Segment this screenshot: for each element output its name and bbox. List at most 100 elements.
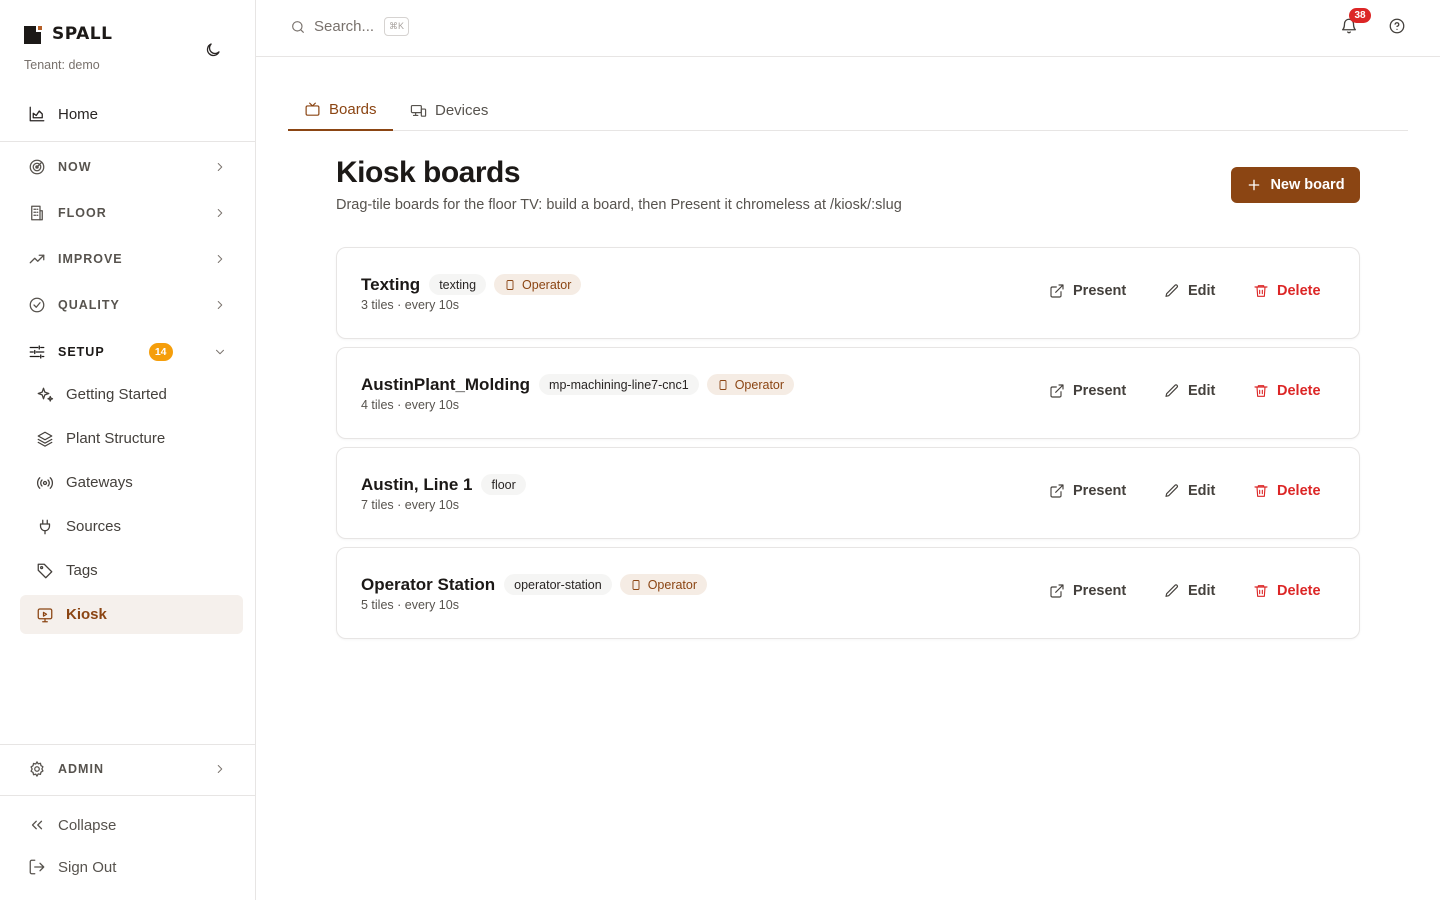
chevron-right-icon xyxy=(213,206,227,220)
chevron-right-icon xyxy=(213,298,227,312)
sidebar-divider xyxy=(0,141,255,142)
sidebar-section-improve[interactable]: IMPROVE xyxy=(20,241,243,277)
chevron-right-icon xyxy=(213,762,227,776)
radio-tower-icon xyxy=(36,476,54,489)
delete-label: Delete xyxy=(1277,283,1321,299)
sidebar-item-gateways[interactable]: Gateways xyxy=(20,463,243,502)
sidebar-section-admin[interactable]: ADMIN xyxy=(20,751,243,787)
sidebar-section-label: ADMIN xyxy=(58,762,104,776)
top-bar: Search... ⌘K 38 xyxy=(256,0,1440,57)
chevron-right-icon xyxy=(213,160,227,174)
operator-chip-label: Operator xyxy=(647,577,698,592)
present-button[interactable]: Present xyxy=(1049,383,1126,399)
sidebar-item-getting-started[interactable]: Getting Started xyxy=(20,375,243,414)
board-meta: 3 tiles · every 10s xyxy=(361,298,459,312)
sidebar-section-quality[interactable]: QUALITY xyxy=(20,287,243,323)
plug-icon xyxy=(39,519,51,534)
tablet-icon xyxy=(632,579,640,590)
sign-out-button[interactable]: Sign Out xyxy=(20,849,243,885)
operator-chip-label: Operator xyxy=(734,377,785,392)
edit-button[interactable]: Edit xyxy=(1164,283,1215,299)
sidebar-item-label: Plant Structure xyxy=(66,430,166,447)
sidebar-item-home[interactable]: Home xyxy=(20,96,243,132)
chart-area-icon xyxy=(29,106,45,122)
gear-icon xyxy=(30,761,44,777)
sidebar-item-plant-structure[interactable]: Plant Structure xyxy=(20,419,243,458)
new-board-button[interactable]: New board xyxy=(1231,167,1360,203)
delete-button[interactable]: Delete xyxy=(1253,383,1321,399)
brand-logo[interactable]: SPALL xyxy=(24,24,112,44)
tab-devices[interactable]: Devices xyxy=(394,90,504,131)
notification-count-badge: 38 xyxy=(1349,8,1371,23)
sidebar-section-label: NOW xyxy=(58,160,92,174)
delete-button[interactable]: Delete xyxy=(1253,283,1321,299)
search-icon xyxy=(292,20,304,33)
operator-chip: Operator xyxy=(494,274,582,295)
sliders-icon xyxy=(29,345,45,359)
sidebar-item-tags[interactable]: Tags xyxy=(20,551,243,590)
sidebar-divider xyxy=(0,744,255,745)
trending-up-icon xyxy=(29,254,45,264)
sidebar-item-kiosk[interactable]: Kiosk xyxy=(20,595,243,634)
present-button[interactable]: Present xyxy=(1049,283,1126,299)
new-board-label: New board xyxy=(1270,177,1345,193)
present-button[interactable]: Present xyxy=(1049,483,1126,499)
pencil-icon xyxy=(1165,384,1178,397)
sidebar-section-label: IMPROVE xyxy=(58,252,123,266)
trash-icon xyxy=(1254,385,1268,397)
edit-button[interactable]: Edit xyxy=(1164,483,1215,499)
logo-text: SPALL xyxy=(52,24,113,44)
sidebar-section-setup[interactable]: SETUP 14 xyxy=(20,334,243,370)
check-circle-icon xyxy=(29,297,45,313)
external-link-icon xyxy=(1050,484,1064,498)
collapse-sidebar-button[interactable]: Collapse xyxy=(20,807,243,843)
delete-button[interactable]: Delete xyxy=(1253,483,1321,499)
board-card: Austin, Line 1 floor 7 tiles · every 10s… xyxy=(336,447,1360,539)
tv-icon xyxy=(305,102,320,116)
help-circle-icon xyxy=(1389,18,1405,34)
monitor-play-icon xyxy=(37,607,53,622)
tab-boards[interactable]: Boards xyxy=(288,90,393,131)
present-label: Present xyxy=(1073,383,1127,399)
external-link-icon xyxy=(1050,284,1064,298)
collapse-label: Collapse xyxy=(58,816,117,834)
delete-label: Delete xyxy=(1277,483,1321,499)
board-slug-chip: operator-station xyxy=(504,574,612,595)
delete-button[interactable]: Delete xyxy=(1253,583,1321,599)
sidebar-section-now[interactable]: NOW xyxy=(20,149,243,185)
operator-chip: Operator xyxy=(706,374,795,395)
board-card: Operator Station operator-station Operat… xyxy=(336,547,1360,639)
sidebar-item-label: Kiosk xyxy=(66,606,107,623)
sign-out-label: Sign Out xyxy=(58,858,117,876)
sidebar-item-sources[interactable]: Sources xyxy=(20,507,243,546)
sidebar-section-label: SETUP xyxy=(58,345,105,359)
kiosk-tabs: Boards Devices xyxy=(288,90,1408,131)
pencil-icon xyxy=(1165,584,1178,597)
board-card: AustinPlant_Molding mp-machining-line7-c… xyxy=(336,347,1360,439)
search-placeholder: Search... xyxy=(314,18,375,35)
chevrons-left-icon xyxy=(31,820,43,830)
sidebar-item-label: Gateways xyxy=(66,474,133,491)
edit-button[interactable]: Edit xyxy=(1164,583,1215,599)
present-label: Present xyxy=(1073,283,1127,299)
help-button[interactable] xyxy=(1388,17,1406,35)
edit-button[interactable]: Edit xyxy=(1164,383,1215,399)
board-meta: 7 tiles · every 10s xyxy=(361,498,459,512)
present-button[interactable]: Present xyxy=(1049,583,1126,599)
sparkles-icon xyxy=(37,387,54,402)
theme-toggle-button[interactable] xyxy=(200,37,226,63)
sidebar-section-floor[interactable]: FLOOR xyxy=(20,195,243,231)
devices-icon xyxy=(410,104,427,117)
tab-label: Boards xyxy=(329,101,377,118)
sidebar-item-label: Tags xyxy=(66,562,98,579)
tab-label: Devices xyxy=(435,102,489,119)
board-card: Texting texting Operator 3 tiles · every… xyxy=(336,247,1360,339)
board-name: Austin, Line 1 xyxy=(361,474,473,494)
operator-chip: Operator xyxy=(619,574,708,595)
search-input[interactable]: Search... ⌘K xyxy=(290,17,410,36)
edit-label: Edit xyxy=(1188,583,1216,599)
setup-count-badge: 14 xyxy=(148,343,173,361)
sidebar-section-label: FLOOR xyxy=(58,206,107,220)
tag-icon xyxy=(37,563,53,578)
page-subtitle: Drag-tile boards for the floor TV: build… xyxy=(336,197,902,213)
